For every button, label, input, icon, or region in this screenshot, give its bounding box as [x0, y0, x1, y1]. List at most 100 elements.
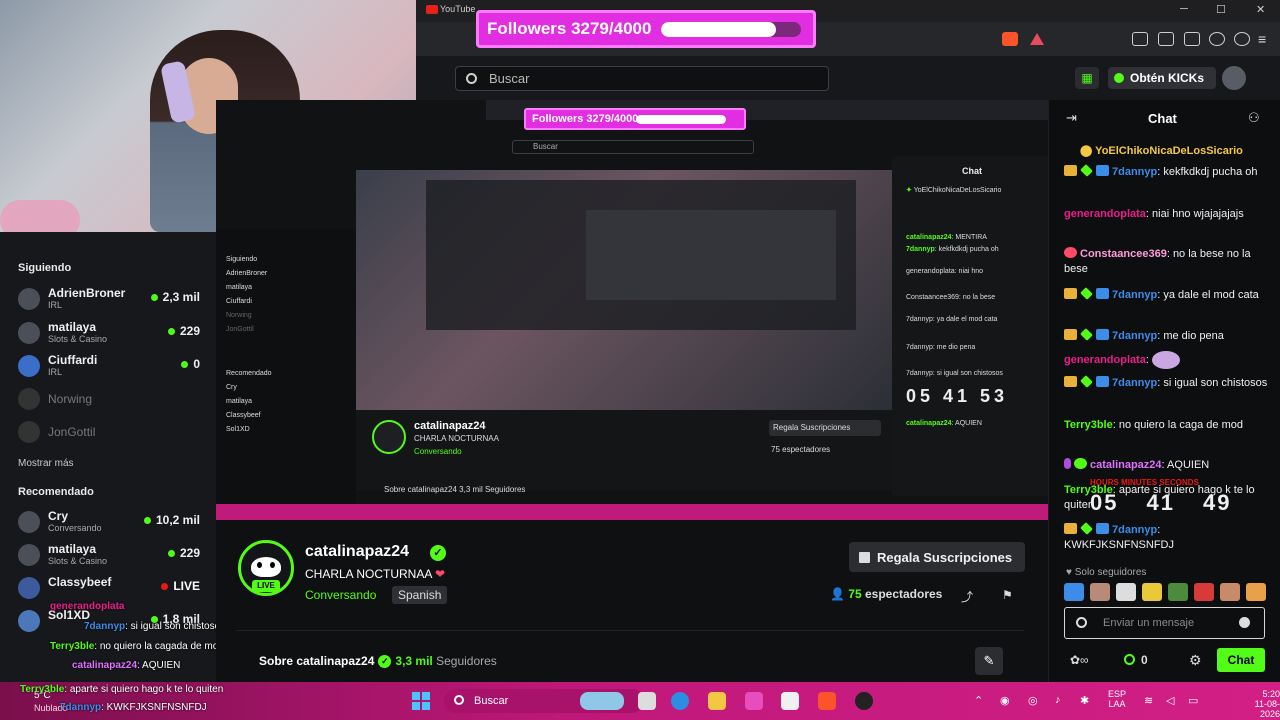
input-language[interactable]: ESP LAA	[1108, 689, 1126, 709]
discord-icon[interactable]: ◉	[1000, 694, 1010, 707]
chat-username[interactable]: generandoplata	[1064, 208, 1146, 220]
timer-seconds: 49	[1202, 490, 1232, 515]
sidebar-icon[interactable]	[1158, 32, 1174, 46]
file-explorer-icon[interactable]	[708, 692, 726, 710]
emote-icon[interactable]	[1220, 583, 1240, 601]
volume-icon[interactable]: ◁	[1166, 694, 1174, 707]
minimize-button[interactable]: ─	[1180, 3, 1188, 15]
bluetooth-icon[interactable]: ✱	[1080, 694, 1089, 707]
menu-icon[interactable]: ≡	[1258, 31, 1266, 47]
brave-shield-icon[interactable]	[1002, 32, 1018, 46]
avatar	[18, 322, 40, 344]
kicks-balance[interactable]: 0	[1124, 653, 1148, 667]
wallet-icon[interactable]	[1184, 32, 1200, 46]
battery-icon[interactable]: ▭	[1188, 694, 1198, 707]
chat-username[interactable]: 7dannyp	[1112, 377, 1157, 389]
get-kicks-button[interactable]: Obtén KICKs	[1108, 67, 1216, 89]
file-icon[interactable]	[638, 692, 656, 710]
chat-username[interactable]: Terry3ble	[1064, 419, 1113, 431]
vpn-icon[interactable]	[1234, 32, 1250, 46]
emote-icon[interactable]	[1090, 583, 1110, 601]
avatar	[18, 511, 40, 533]
overlay-chat-line: catalinapaz24: AQUIEN	[72, 660, 180, 671]
channel-points-icon[interactable]: ✿∞	[1070, 653, 1089, 667]
gift-subscriptions-label: Regala Suscripciones	[877, 549, 1013, 565]
chat-username[interactable]: catalinapaz24	[1090, 459, 1162, 471]
channel-name[interactable]: catalinapaz24	[305, 543, 409, 561]
edge-icon[interactable]	[671, 692, 689, 710]
overlay-chat-line: Terry3ble: no quiero la cagada de mod	[50, 641, 224, 652]
timer-minutes: 41	[1146, 490, 1175, 515]
obs-icon[interactable]	[855, 692, 873, 710]
edit-button[interactable]: ✎	[975, 647, 1003, 675]
wifi-icon[interactable]: ≋	[1144, 694, 1153, 707]
sidebar-item-matilaya-rec[interactable]: matilaya Slots & Casino 229	[18, 540, 204, 570]
show-more-link[interactable]: Mostrar más	[18, 458, 74, 469]
sidebar-item-jongottil[interactable]: JonGottil	[18, 417, 204, 447]
chat-users-icon[interactable]: ⚇	[1248, 110, 1260, 126]
share-icon[interactable]: ⤴	[961, 588, 973, 605]
heart-badge-icon	[1064, 247, 1077, 258]
avatar	[18, 288, 40, 310]
news-widget-icon[interactable]	[580, 692, 624, 710]
tray-chevron-icon[interactable]: ⌃	[974, 694, 983, 707]
close-window-button[interactable]: ✕	[1256, 3, 1265, 16]
chat-username[interactable]: 7dannyp	[1112, 330, 1157, 342]
chat-message-input[interactable]: Enviar un mensaje	[1064, 607, 1265, 639]
report-icon[interactable]: ⚑	[1002, 588, 1013, 602]
pinned-user[interactable]: ⬤ YoElChikoNicaDeLosSicario	[1080, 144, 1243, 157]
browser-tab-title[interactable]: YouTube	[440, 4, 475, 14]
chat-username[interactable]: 7dannyp	[1112, 166, 1157, 178]
search-icon	[454, 695, 464, 705]
sidebar-item-matilaya[interactable]: matilaya Slots & Casino 229	[18, 318, 204, 348]
emote-icon[interactable]	[1064, 583, 1084, 601]
send-chat-button[interactable]: Chat	[1217, 648, 1265, 672]
store-button[interactable]: ▦	[1075, 67, 1099, 89]
gift-subscriptions-button[interactable]: Regala Suscripciones	[849, 542, 1025, 572]
copilot-icon[interactable]	[745, 692, 763, 710]
follower-count: 3,3 mil	[395, 654, 433, 668]
emote-icon[interactable]	[1246, 583, 1266, 601]
emote-icon[interactable]	[1194, 583, 1214, 601]
search-input[interactable]: Buscar	[455, 66, 829, 91]
sidebar-item-norwing[interactable]: Norwing	[18, 384, 204, 414]
stream-category[interactable]: Conversando	[305, 588, 376, 602]
overlay-chat-user: 7dannyp	[84, 621, 126, 632]
windows-start-icon[interactable]	[412, 692, 430, 710]
chat-username[interactable]: generandoplata	[1064, 354, 1146, 366]
language-tag[interactable]: Spanish	[392, 586, 448, 604]
viewer-count-value: 229	[179, 546, 200, 560]
emote-icon[interactable]	[1116, 583, 1136, 601]
taskbar-clock[interactable]: 5:20 11-08-2026	[1238, 689, 1280, 719]
mic-icon[interactable]: ♪	[1055, 694, 1061, 706]
emote-icon[interactable]	[1168, 583, 1188, 601]
chat-badge-icon[interactable]	[1076, 617, 1087, 628]
sidebar-item-adrienbroner[interactable]: AdrienBroner IRL 2,3 mil	[18, 284, 204, 314]
extensions-icon[interactable]	[1132, 32, 1148, 46]
nested-timer: 05 41 53	[906, 386, 1009, 406]
store-icon[interactable]	[781, 692, 799, 710]
diamond-badge-icon	[1080, 522, 1093, 535]
viewer-count: 10,2 mil	[143, 513, 200, 527]
maximize-button[interactable]: ☐	[1216, 3, 1226, 16]
nested-search: Buscar	[512, 140, 754, 154]
chat-username[interactable]: Constaancee369	[1080, 248, 1167, 260]
overlay-chat-user: generandoplata	[50, 601, 125, 612]
about-title: Sobre catalinapaz24	[259, 654, 375, 668]
user-avatar[interactable]	[1222, 66, 1246, 90]
clock-time: 5:20	[1262, 689, 1280, 699]
chat-username[interactable]: 7dannyp	[1112, 289, 1157, 301]
sidebar-item-ciuffardi[interactable]: Ciuffardi IRL 0	[18, 351, 204, 381]
live-indicator: LIVE	[161, 579, 200, 593]
emoji-icon[interactable]	[1239, 617, 1250, 628]
collapse-chat-icon[interactable]: ⇥	[1066, 110, 1077, 126]
bookmark-icon[interactable]	[1209, 32, 1225, 46]
brave-icon[interactable]	[818, 692, 836, 710]
chat-username[interactable]: 7dannyp	[1112, 524, 1157, 536]
sidebar-item-cry[interactable]: Cry Conversando 10,2 mil	[18, 507, 204, 537]
sidebar-item-classybeef[interactable]: Classybeef LIVE	[18, 573, 204, 603]
chat-settings-icon[interactable]: ⚙	[1189, 652, 1202, 669]
brave-rewards-icon[interactable]	[1030, 33, 1044, 45]
emote-icon[interactable]	[1142, 583, 1162, 601]
obs-tray-icon[interactable]: ◎	[1028, 694, 1038, 707]
